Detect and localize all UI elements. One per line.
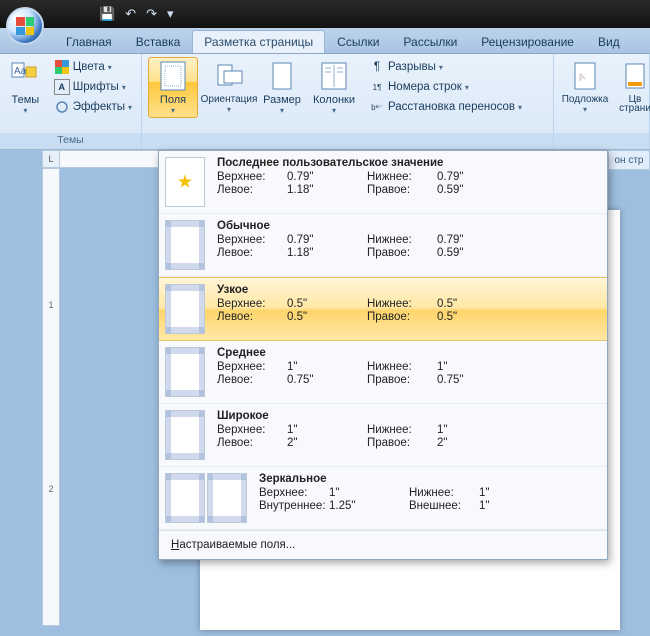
tab-home[interactable]: Главная xyxy=(54,30,124,53)
margins-preset-0[interactable]: Последнее пользовательское значениеВерхн… xyxy=(159,151,607,214)
themes-label: Темы xyxy=(12,94,40,106)
theme-effects-button[interactable]: Эффекты ▾ xyxy=(51,97,135,117)
group-themes: Aa Темы ▾ Цвета ▾ AШрифты ▾ Эффекты ▾ Те… xyxy=(0,54,142,149)
save-icon[interactable]: 💾 xyxy=(96,6,118,22)
page-color-button[interactable]: Цв страни xyxy=(616,57,650,117)
margins-icon xyxy=(157,60,189,92)
breaks-icon: ¶ xyxy=(369,59,385,75)
columns-icon xyxy=(318,60,350,92)
ribbon: Aa Темы ▾ Цвета ▾ AШрифты ▾ Эффекты ▾ Те… xyxy=(0,54,650,150)
orientation-button[interactable]: Ориентация▾ xyxy=(204,57,254,117)
task-pane-tab[interactable]: он стр xyxy=(608,150,650,170)
margins-preset-4[interactable]: ШирокоеВерхнее:1"Нижнее:1"Левое:2"Правое… xyxy=(159,404,607,467)
office-button[interactable] xyxy=(6,7,44,45)
margins-button[interactable]: Поля▾ xyxy=(148,57,198,118)
title-bar: 💾 ↶ ↷ ▾ xyxy=(0,0,650,28)
qat-more-icon[interactable]: ▾ xyxy=(164,6,177,22)
preset-thumbnail-icon xyxy=(165,220,205,270)
fonts-icon: A xyxy=(54,79,70,95)
preset-title: Обычное xyxy=(217,220,597,232)
effects-icon xyxy=(54,99,70,115)
margins-dropdown: Последнее пользовательское значениеВерхн… xyxy=(158,150,608,560)
hyphenation-button[interactable]: bᵃ⁻Расстановка переносов ▾ xyxy=(366,97,525,117)
margins-preset-1[interactable]: ОбычноеВерхнее:0.79"Нижнее:0.79"Левое:1.… xyxy=(159,214,607,277)
group-page-background: A Подложка▾ Цв страни xyxy=(554,54,650,149)
chevron-down-icon: ▾ xyxy=(23,106,27,115)
hyphenation-icon: bᵃ⁻ xyxy=(369,99,385,115)
vertical-ruler[interactable]: 1 2 xyxy=(42,168,60,626)
preset-thumbnail-icon xyxy=(165,473,205,523)
orientation-icon xyxy=(213,60,245,92)
themes-button[interactable]: Aa Темы ▾ xyxy=(6,57,45,118)
undo-icon[interactable]: ↶ xyxy=(122,6,139,22)
custom-margins-button[interactable]: Настраиваемые поля... xyxy=(159,530,607,559)
page-color-icon xyxy=(619,60,650,92)
theme-colors-button[interactable]: Цвета ▾ xyxy=(51,57,135,77)
redo-icon[interactable]: ↷ xyxy=(143,6,160,22)
group-page-setup: Поля▾ Ориентация▾ Размер▾ Колонки▾ ¶Разр… xyxy=(142,54,554,149)
ribbon-tabs: Главная Вставка Разметка страницы Ссылки… xyxy=(0,28,650,54)
tab-insert[interactable]: Вставка xyxy=(124,30,193,53)
columns-button[interactable]: Колонки▾ xyxy=(310,57,358,118)
themes-icon: Aa xyxy=(9,60,41,92)
preset-title: Среднее xyxy=(217,347,597,359)
preset-title: Широкое xyxy=(217,410,597,422)
group-label-page-setup xyxy=(142,133,553,149)
tab-mailings[interactable]: Рассылки xyxy=(391,30,469,53)
breaks-button[interactable]: ¶Разрывы ▾ xyxy=(366,57,525,77)
tab-view[interactable]: Вид xyxy=(586,30,632,53)
preset-title: Узкое xyxy=(217,284,597,296)
ruler-corner: L xyxy=(42,150,60,168)
watermark-icon: A xyxy=(569,60,601,92)
colors-icon xyxy=(54,59,70,75)
line-numbers-icon: 1¶ xyxy=(369,79,385,95)
preset-title: Зеркальное xyxy=(259,473,597,485)
preset-title: Последнее пользовательское значение xyxy=(217,157,597,169)
svg-text:Aa: Aa xyxy=(14,66,27,77)
preset-thumbnail-icon xyxy=(165,347,205,397)
line-numbers-button[interactable]: 1¶Номера строк ▾ xyxy=(366,77,525,97)
preset-thumbnail-icon xyxy=(165,410,205,460)
tab-references[interactable]: Ссылки xyxy=(325,30,391,53)
margins-preset-3[interactable]: СреднееВерхнее:1"Нижнее:1"Левое:0.75"Пра… xyxy=(159,341,607,404)
preset-thumbnail-icon xyxy=(207,473,247,523)
watermark-button[interactable]: A Подложка▾ xyxy=(560,57,610,117)
size-button[interactable]: Размер▾ xyxy=(260,57,304,118)
group-label-themes: Темы xyxy=(0,133,141,149)
quick-access-toolbar: 💾 ↶ ↷ ▾ xyxy=(96,6,177,22)
size-icon xyxy=(266,60,298,92)
theme-fonts-button[interactable]: AШрифты ▾ xyxy=(51,77,135,97)
margins-preset-5[interactable]: ЗеркальноеВерхнее:1"Нижнее:1"Внутреннее:… xyxy=(159,467,607,530)
preset-thumbnail-icon xyxy=(165,157,205,207)
tab-review[interactable]: Рецензирование xyxy=(469,30,586,53)
tab-page-layout[interactable]: Разметка страницы xyxy=(192,30,325,53)
margins-preset-2[interactable]: УзкоеВерхнее:0.5"Нижнее:0.5"Левое:0.5"Пр… xyxy=(159,277,607,341)
preset-thumbnail-icon xyxy=(165,284,205,334)
